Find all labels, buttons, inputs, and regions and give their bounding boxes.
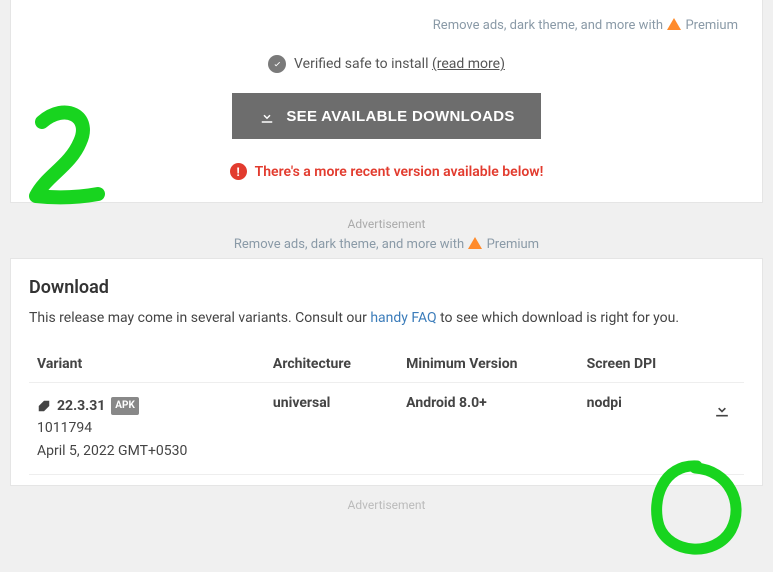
ad-slot: Advertisement Remove ads, dark theme, an… (0, 203, 773, 258)
architecture-cell: universal (265, 383, 398, 475)
app-info-card: Remove ads, dark theme, and more with Pr… (10, 0, 763, 203)
col-architecture: Architecture (265, 346, 398, 383)
variants-table: Variant Architecture Minimum Version Scr… (29, 346, 744, 475)
download-icon (258, 107, 276, 125)
download-btn-label: SEE AVAILABLE DOWNLOADS (286, 108, 514, 125)
variant-date: April 5, 2022 GMT+0530 (37, 440, 257, 462)
verified-text: Verified safe to install (read more) (294, 56, 505, 72)
premium-promo: Remove ads, dark theme, and more with Pr… (29, 18, 744, 33)
premium-promo-text: Remove ads, dark theme, and more with (433, 18, 666, 33)
download-heading: Download (29, 277, 744, 298)
premium-promo-link[interactable]: Remove ads, dark theme, and more with Pr… (433, 18, 738, 33)
newer-version-link[interactable]: There's a more recent version available … (255, 164, 544, 180)
handy-faq-link[interactable]: handy FAQ (370, 310, 436, 326)
footer-ad-label: Advertisement (0, 486, 773, 512)
download-icon (712, 399, 732, 419)
premium-logo-icon (468, 237, 482, 249)
col-min-version: Minimum Version (398, 346, 578, 383)
tag-icon (37, 399, 51, 413)
premium-logo-icon (667, 18, 681, 30)
download-action-cell (700, 383, 744, 475)
ad-premium-promo: Remove ads, dark theme, and more with Pr… (0, 237, 773, 252)
verified-read-more-link[interactable]: (read more) (432, 56, 505, 72)
col-variant: Variant (29, 346, 265, 383)
variant-version: 22.3.31 (57, 395, 105, 417)
table-header-row: Variant Architecture Minimum Version Scr… (29, 346, 744, 383)
min-version-cell: Android 8.0+ (398, 383, 578, 475)
verified-badge-row: Verified safe to install (read more) (29, 55, 744, 73)
check-circle-icon (268, 55, 286, 73)
ad-label: Advertisement (0, 217, 773, 231)
download-description: This release may come in several variant… (29, 310, 744, 326)
apk-badge: APK (111, 397, 139, 415)
variant-cell: 22.3.31 APK 1011794 April 5, 2022 GMT+05… (29, 383, 265, 475)
download-variants-card: Download This release may come in severa… (10, 258, 763, 486)
screen-dpi-cell: nodpi (579, 383, 700, 475)
see-available-downloads-button[interactable]: SEE AVAILABLE DOWNLOADS (232, 93, 540, 139)
ad-premium-link[interactable]: Remove ads, dark theme, and more with Pr… (234, 237, 539, 252)
download-variant-button[interactable] (708, 395, 736, 426)
premium-word: Premium (685, 18, 738, 33)
table-row: 22.3.31 APK 1011794 April 5, 2022 GMT+05… (29, 383, 744, 475)
col-screen-dpi: Screen DPI (579, 346, 700, 383)
newer-version-warning: ! There's a more recent version availabl… (29, 163, 744, 180)
exclamation-icon: ! (230, 163, 247, 180)
variant-build-id: 1011794 (37, 417, 257, 439)
